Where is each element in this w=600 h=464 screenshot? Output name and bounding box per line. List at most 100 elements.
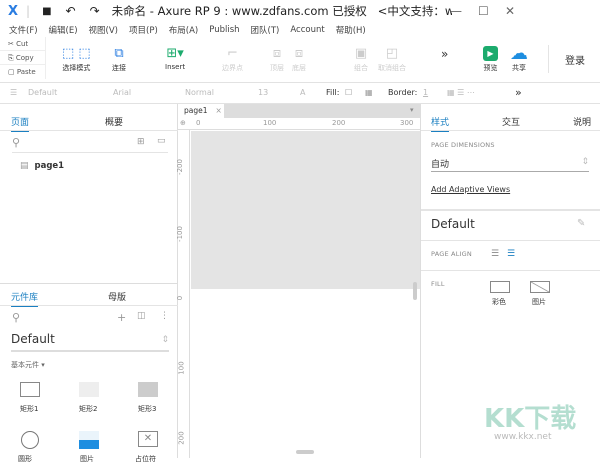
weight-select[interactable]: Normal — [185, 88, 214, 97]
fill-label: FILL — [431, 280, 445, 288]
close-button[interactable]: ✕ — [505, 4, 515, 18]
ungroup-button[interactable]: ◰ 取消组合 — [378, 43, 406, 73]
widget-label: 图片 — [80, 455, 94, 463]
login-button[interactable]: 登录 — [565, 52, 585, 67]
bring-top-button[interactable]: ⧈ 顶层 — [270, 43, 284, 73]
more-format-button[interactable]: » — [515, 86, 522, 99]
border-color-button[interactable]: ▦ ☰ ⋯ — [447, 88, 475, 97]
rectangle2-widget[interactable] — [79, 382, 99, 397]
folder-icon[interactable]: ▭ — [157, 136, 166, 146]
library-search-icon[interactable]: ⚲ — [12, 311, 20, 324]
style-select[interactable]: Default — [28, 88, 57, 97]
select-mode-icon: ⬚ ⬚ — [62, 45, 91, 61]
font-size-select[interactable]: 13 — [258, 88, 268, 97]
maximize-button[interactable]: ☐ — [478, 4, 489, 18]
preview-button[interactable]: ▶ 预览 — [483, 43, 498, 73]
library-select[interactable]: Default ⇕ — [11, 332, 169, 352]
widget-label: 圆形 — [18, 455, 32, 463]
more-options-icon[interactable]: ⋮ — [160, 311, 169, 321]
save-icon[interactable]: ■ — [42, 6, 51, 17]
image-widget[interactable] — [79, 431, 99, 449]
close-tab-icon[interactable]: × — [216, 106, 222, 115]
connector-icon: ⧉ — [114, 45, 124, 61]
tab-outline[interactable]: 概要 — [105, 115, 123, 128]
page-align-label: PAGE ALIGN — [431, 250, 472, 258]
redo-icon[interactable]: ↷ — [90, 4, 100, 18]
tab-interactions[interactable]: 交互 — [502, 115, 520, 128]
edit-style-icon[interactable]: ✎ — [577, 218, 585, 229]
style-name: Default — [431, 217, 475, 231]
fill-label: Fill: — [326, 88, 340, 97]
rectangle3-widget[interactable] — [138, 382, 158, 397]
play-icon: ▶ — [483, 43, 498, 63]
widget-label: 矩形2 — [79, 405, 98, 413]
menu-account[interactable]: Account — [290, 25, 324, 35]
window-title: 未命名 - Axure RP 9 : www.zdfans.com 已授权 <中… — [111, 4, 452, 18]
font-select[interactable]: Arial — [113, 88, 131, 97]
tab-masters[interactable]: 母版 — [108, 290, 126, 303]
connect-button[interactable]: ⧉ 连接 — [112, 43, 126, 73]
fill-image-button[interactable] — [530, 281, 550, 293]
cloud-icon: ☁ — [510, 42, 528, 64]
align-left-icon[interactable]: ☰ — [491, 249, 499, 259]
basic-widgets-section[interactable]: 基本元件 ▾ — [11, 360, 45, 370]
fill-color-button[interactable]: ☐ — [345, 88, 352, 97]
font-color-icon[interactable]: A — [300, 88, 305, 97]
placeholder-widget[interactable]: ✕ — [138, 431, 158, 447]
rectangle1-widget[interactable] — [20, 382, 40, 397]
add-library-icon[interactable]: + — [117, 311, 126, 324]
select-mode-button[interactable]: ⬚ ⬚ 选择模式 — [62, 43, 91, 73]
fill-image-button[interactable]: ▦ — [365, 88, 373, 97]
point-button[interactable]: ⌐ 边界点 — [222, 43, 243, 73]
circle-widget[interactable] — [21, 431, 39, 449]
title-bar: X | ■ ↶ ↷ 未命名 - Axure RP 9 : www.zdfans.… — [8, 3, 516, 19]
watermark-logo: KK下载 — [484, 404, 577, 434]
page-dimensions-select[interactable]: 自动 ⇕ — [431, 157, 589, 172]
more-toolbar-button[interactable]: » — [441, 47, 448, 61]
menu-project[interactable]: 项目(P) — [129, 24, 158, 36]
format-bar: ☰ Default Arial Normal 13 A Fill: ☐ ▦ Bo… — [0, 83, 600, 104]
share-button[interactable]: ☁ 共享 — [510, 43, 528, 73]
menu-team[interactable]: 团队(T) — [251, 24, 280, 36]
menu-edit[interactable]: 编辑(E) — [49, 24, 78, 36]
paste-button[interactable]: ▢ Paste — [0, 65, 45, 79]
watermark-url: www.kkx.net — [494, 432, 552, 442]
cut-button[interactable]: ✂ Cut — [0, 37, 45, 51]
menu-file[interactable]: 文件(F) — [9, 24, 38, 36]
fill-color-label: 彩色 — [492, 298, 506, 306]
widget-label: 矩形3 — [138, 405, 157, 413]
tabs-dropdown-icon[interactable]: ▾ — [410, 106, 414, 114]
menu-arrange[interactable]: 布局(A) — [169, 24, 198, 36]
plus-icon: ⊞▾ — [166, 45, 184, 61]
toolbar: ✂ Cut ⎘ Copy ▢ Paste ⬚ ⬚ 选择模式 ⧉ 连接 ⊞▾ Inser… — [0, 37, 600, 83]
minimize-button[interactable]: — — [450, 4, 462, 18]
left-panel: 页面 概要 ⚲ ⊞ ▭ ▤ page1 元件库 母版 ⚲ + ◫ ⋮ Defau… — [0, 104, 178, 463]
undo-icon[interactable]: ↶ — [66, 4, 76, 18]
add-adaptive-views-link[interactable]: Add Adaptive Views — [431, 185, 510, 194]
fill-color-button[interactable] — [490, 281, 510, 293]
search-icon[interactable]: ⚲ — [12, 136, 20, 149]
group-button[interactable]: ▣ 组合 — [354, 43, 368, 73]
add-page-icon[interactable]: ⊞ — [137, 137, 145, 147]
insert-button[interactable]: ⊞▾ Insert — [165, 43, 185, 72]
library-stack-icon[interactable]: ◫ — [137, 311, 146, 321]
menu-view[interactable]: 视图(V) — [89, 24, 118, 36]
send-bottom-button[interactable]: ⧈ 底层 — [292, 43, 306, 73]
menu-help[interactable]: 帮助(H) — [336, 24, 366, 36]
page-list-item[interactable]: ▤ page1 — [20, 161, 64, 171]
border-label: Border: — [388, 88, 418, 97]
border-width-input[interactable]: 1 — [423, 88, 428, 97]
copy-button[interactable]: ⎘ Copy — [0, 51, 45, 65]
tab-page1[interactable]: page1 × — [178, 104, 224, 118]
vertical-scrollbar[interactable] — [413, 282, 417, 300]
align-center-icon[interactable]: ☰ — [507, 249, 515, 259]
axure-logo-icon: X — [8, 3, 19, 19]
widget-label: 矩形1 — [20, 405, 39, 413]
crosshair-icon: ⊕ — [180, 119, 186, 127]
tab-notes[interactable]: 说明 — [573, 115, 591, 128]
horizontal-scrollbar[interactable] — [296, 450, 314, 454]
fill-image-label: 图片 — [532, 298, 546, 306]
page-icon: ▤ — [20, 161, 29, 171]
menu-bar: 文件(F) 编辑(E) 视图(V) 项目(P) 布局(A) Publish 团队… — [0, 22, 600, 37]
menu-publish[interactable]: Publish — [209, 25, 239, 35]
